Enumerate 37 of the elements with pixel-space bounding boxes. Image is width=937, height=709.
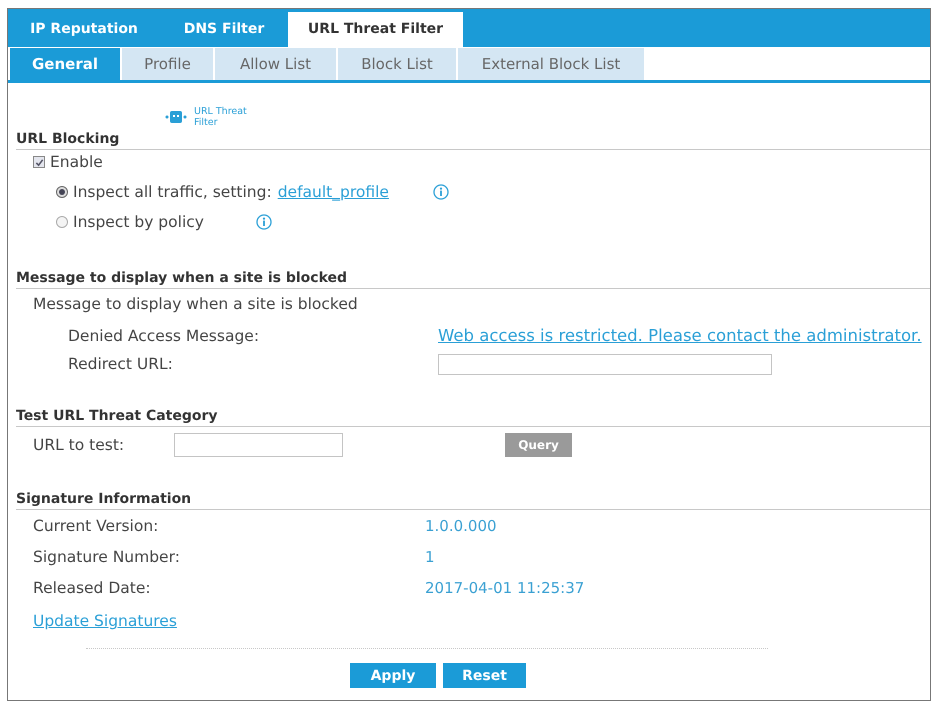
info-label: Signature Number: <box>33 547 181 568</box>
section-title: Signature Information <box>16 490 192 508</box>
info-icon[interactable] <box>256 214 272 230</box>
checkbox[interactable] <box>33 156 45 168</box>
feature-label: URL Threat Filter <box>194 106 248 128</box>
update-signatures-link[interactable]: Update Signatures <box>33 610 177 632</box>
url-test-input[interactable] <box>174 433 343 457</box>
message-link[interactable]: Web access is restricted. Please contact the administrator. <box>438 325 922 347</box>
sub-tab[interactable]: Profile <box>122 48 213 80</box>
sub-tab[interactable]: Block List <box>338 48 456 80</box>
sub-tab[interactable]: External Block List <box>458 48 644 80</box>
subsection-label: Message to display when a site is blocked <box>33 294 358 315</box>
info-value: 1.0.0.000 <box>425 516 497 537</box>
info-value: 2017-04-01 11:25:37 <box>425 578 584 599</box>
radio-button[interactable] <box>56 216 68 228</box>
info-label: Released Date: <box>33 578 152 599</box>
tab[interactable]: URL Threat Filter <box>288 12 463 47</box>
section-title: Test URL Threat Category <box>16 407 218 425</box>
module-icon <box>165 110 187 124</box>
checkbox-label: Enable <box>50 152 103 173</box>
info-icon[interactable] <box>432 184 449 200</box>
radio-button[interactable] <box>56 186 68 198</box>
field-label: Redirect URL: <box>68 354 174 375</box>
field-label: Denied Access Message: <box>68 326 260 347</box>
sub-tab[interactable]: Allow List <box>215 48 336 80</box>
redirect-url-input[interactable] <box>438 354 772 374</box>
info-value: 1 <box>425 547 435 568</box>
action-button[interactable]: Apply <box>350 663 436 688</box>
radio-label: Inspect by policy <box>73 212 204 233</box>
profile-link[interactable]: default_profile <box>278 181 389 203</box>
info-label: Current Version: <box>33 516 160 537</box>
section-title: Message to display when a site is blocked <box>16 269 348 287</box>
sub-tab[interactable]: General <box>10 48 120 80</box>
radio-label: Inspect all traffic, setting: <box>73 182 272 203</box>
action-button[interactable]: Reset <box>443 663 526 688</box>
field-label: URL to test: <box>33 435 126 456</box>
section-title: URL Blocking <box>16 130 120 148</box>
